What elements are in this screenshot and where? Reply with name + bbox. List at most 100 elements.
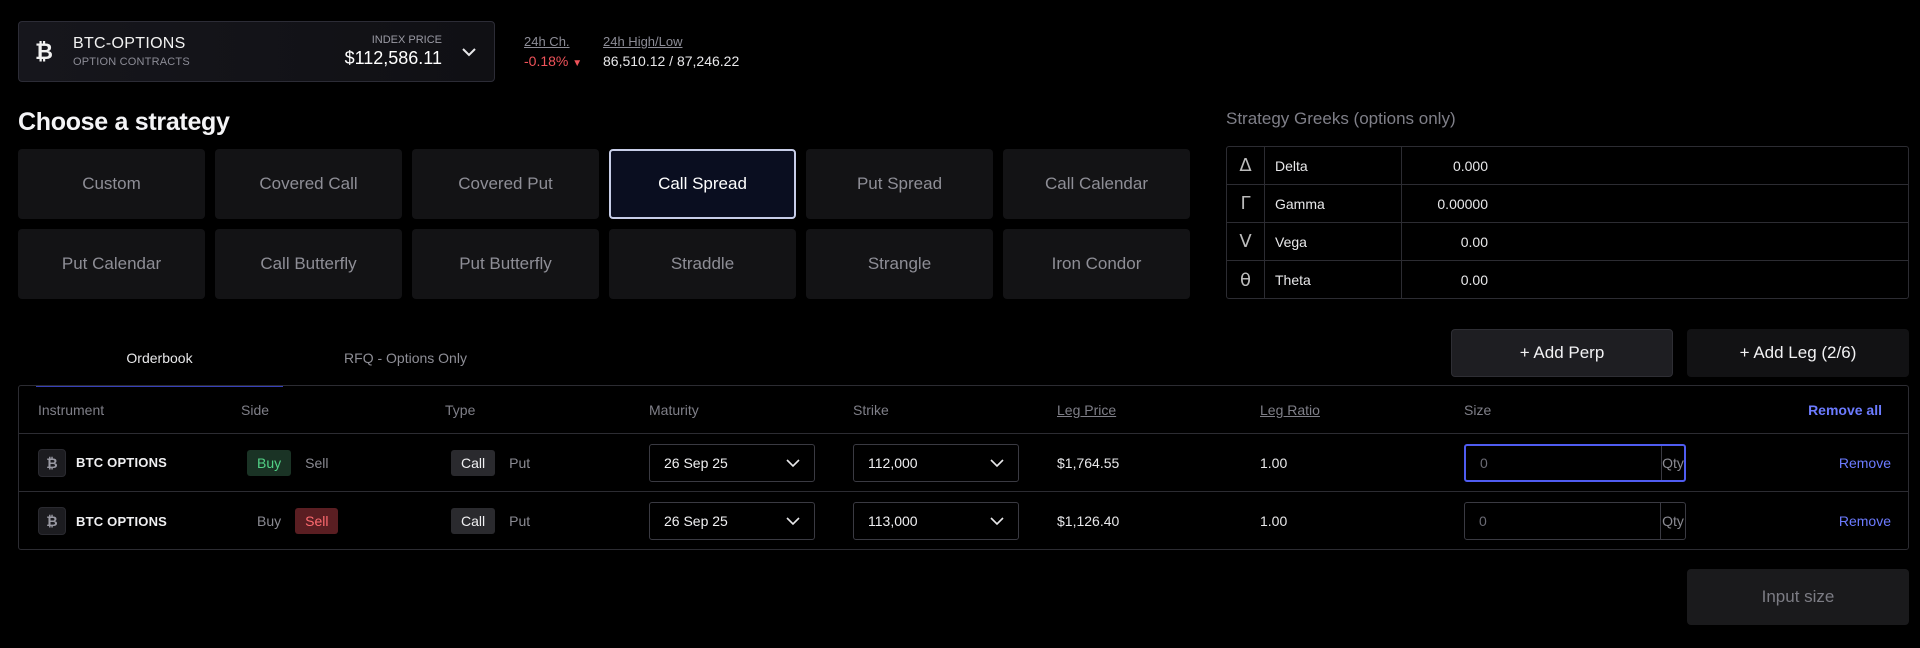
leg-price: $1,126.40 [1057,513,1120,529]
qty-unit-label: Qty [1660,503,1685,539]
header-leg-price: Leg Price [1057,402,1117,418]
maturity-select[interactable]: 26 Sep 25 [649,443,815,482]
table-row: ₿ BTC OPTIONS Buy Sell Call Put 26 Sep 2… [19,492,1908,550]
index-price-value: $112,586.11 [344,48,442,68]
strategy-covered-call[interactable]: Covered Call [215,149,402,219]
type-call-button[interactable]: Call [451,449,496,476]
size-field[interactable]: Qty [1464,443,1686,482]
side-sell-button[interactable]: Sell [295,450,338,476]
remove-leg-button[interactable]: Remove [1839,513,1891,529]
greek-row-vega: V Vega 0.00 [1227,223,1908,261]
side-buy-button[interactable]: Buy [247,449,292,476]
delta-icon: Δ [1227,147,1265,184]
header-size: Size [1464,402,1492,418]
side-buy-button[interactable]: Buy [247,508,291,534]
greek-row-gamma: Γ Gamma 0.00000 [1227,185,1908,223]
greek-name: Gamma [1265,185,1402,222]
type-put-button[interactable]: Put [499,508,540,534]
remove-all-button[interactable]: Remove all [1808,402,1882,418]
strategy-iron-condor[interactable]: Iron Condor [1003,229,1190,299]
maturity-value: 26 Sep 25 [664,454,728,471]
gamma-icon: Γ [1227,185,1265,222]
change-stat: 24h Ch. -0.18% ▼ [524,34,582,69]
strategy-call-spread[interactable]: Call Spread [609,149,796,219]
size-input[interactable] [1466,445,1661,480]
greeks-title: Strategy Greeks (options only) [1226,109,1456,128]
highlow-label: 24h High/Low [603,34,683,49]
highlow-stat: 24h High/Low 86,510.12 / 87,246.22 [603,34,739,69]
greek-value: 0.00000 [1437,195,1488,212]
strategy-put-butterfly[interactable]: Put Butterfly [412,229,599,299]
size-input[interactable] [1465,503,1660,539]
size-field[interactable]: Qty [1464,502,1686,540]
leg-ratio: 1.00 [1260,454,1288,471]
greek-name: Theta [1265,261,1402,299]
tab-orderbook[interactable]: Orderbook [36,342,283,387]
greeks-table: Δ Delta 0.000 Γ Gamma 0.00000 V Vega 0.0… [1226,146,1909,299]
legs-table: Instrument Side Type Maturity Strike Leg… [18,385,1909,550]
table-row: ₿ BTC OPTIONS Buy Sell Call Put 26 Sep 2… [19,434,1908,492]
market-subtitle: OPTION CONTRACTS [73,56,190,68]
caret-down-icon: ▼ [572,58,583,69]
chevron-down-icon [990,455,1004,471]
strategy-custom[interactable]: Custom [18,149,205,219]
instrument-name: BTC OPTIONS [76,513,168,529]
greek-value: 0.00 [1460,233,1488,250]
header-instrument: Instrument [38,402,105,418]
strike-select[interactable]: 112,000 [853,443,1019,482]
header-strike: Strike [853,402,889,418]
greek-name: Vega [1265,223,1402,260]
chevron-down-icon [990,513,1004,529]
instrument-name: BTC OPTIONS [76,455,168,470]
side-sell-button[interactable]: Sell [295,508,339,534]
qty-unit-label: Qty [1661,445,1684,480]
header-leg-ratio: Leg Ratio [1260,402,1320,418]
header-type: Type [445,402,476,418]
bitcoin-icon: ₿ [38,507,66,535]
change-value: -0.18% [524,53,569,69]
remove-leg-button[interactable]: Remove [1839,455,1891,471]
strategy-covered-put[interactable]: Covered Put [412,149,599,219]
market-name: BTC-OPTIONS [73,35,186,52]
strategy-strangle[interactable]: Strangle [806,229,993,299]
maturity-value: 26 Sep 25 [664,513,728,529]
market-selector[interactable]: ₿ BTC-OPTIONS OPTION CONTRACTS INDEX PRI… [18,21,495,82]
strike-select[interactable]: 113,000 [853,502,1019,540]
table-header: Instrument Side Type Maturity Strike Leg… [19,386,1908,434]
chevron-down-icon[interactable] [460,43,478,61]
greek-row-theta: θ Theta 0.00 [1227,261,1908,299]
strategy-call-calendar[interactable]: Call Calendar [1003,149,1190,219]
type-call-button[interactable]: Call [451,508,496,534]
leg-ratio: 1.00 [1260,513,1288,529]
strategy-put-calendar[interactable]: Put Calendar [18,229,205,299]
highlow-value: 86,510.12 / 87,246.22 [603,53,740,69]
tab-rfq[interactable]: RFQ - Options Only [283,342,528,366]
chevron-down-icon [786,513,800,529]
greek-value: 0.00 [1460,272,1488,288]
greek-name: Delta [1265,147,1402,184]
input-size-button[interactable]: Input size [1687,569,1909,625]
greek-row-delta: Δ Delta 0.000 [1227,147,1908,185]
change-label: 24h Ch. [524,34,570,49]
add-leg-button[interactable]: + Add Leg (2/6) [1687,329,1909,377]
strategy-put-spread[interactable]: Put Spread [806,149,993,219]
type-put-button[interactable]: Put [499,450,540,476]
strike-value: 112,000 [868,454,918,471]
header-side: Side [241,402,270,418]
add-perp-button[interactable]: + Add Perp [1451,329,1673,377]
vega-icon: V [1227,223,1265,260]
strike-value: 113,000 [868,513,918,529]
bitcoin-icon: ₿ [35,38,53,64]
strategy-call-butterfly[interactable]: Call Butterfly [215,229,402,299]
header-maturity: Maturity [649,402,699,418]
strategy-grid: Custom Covered Call Covered Put Call Spr… [18,149,1190,299]
maturity-select[interactable]: 26 Sep 25 [649,502,815,540]
strategy-straddle[interactable]: Straddle [609,229,796,299]
greek-value: 0.000 [1452,157,1488,174]
chevron-down-icon [786,455,800,471]
theta-icon: θ [1227,261,1265,299]
leg-price: $1,764.55 [1057,454,1120,471]
strategy-title: Choose a strategy [18,108,230,136]
bitcoin-icon: ₿ [38,448,66,477]
index-price-label: INDEX PRICE [371,34,442,46]
